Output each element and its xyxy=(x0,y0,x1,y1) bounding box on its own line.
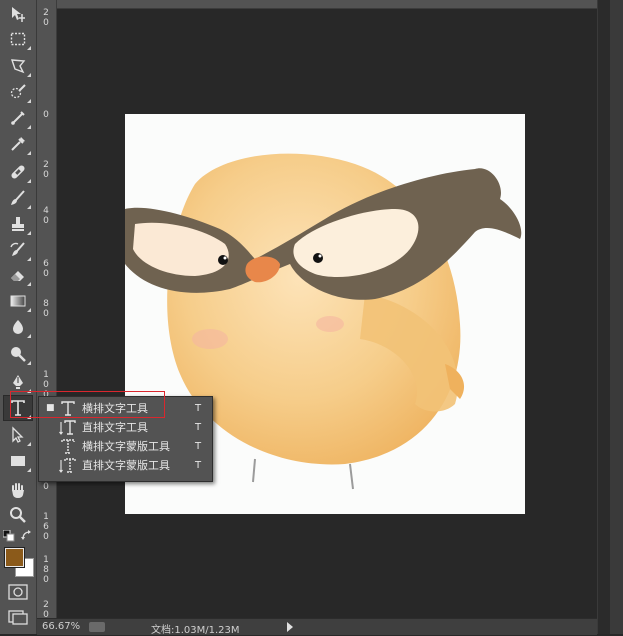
brush-icon xyxy=(11,190,25,205)
brush-tool[interactable] xyxy=(4,186,32,210)
ruler-digit: 8 xyxy=(43,565,49,575)
healing-tool[interactable] xyxy=(4,160,32,184)
pen-icon xyxy=(13,375,23,389)
eraser-icon xyxy=(11,271,24,281)
flyout-item[interactable]: 直排文字工具 T xyxy=(39,418,212,437)
ruler-digit: 2 xyxy=(43,160,49,170)
ruler-digit: 0 xyxy=(43,380,49,390)
eyedropper-icon xyxy=(11,137,25,151)
vertical-ruler: 20020406080100120140160180200 xyxy=(37,0,57,630)
ruler-digit: 0 xyxy=(43,110,49,120)
move-icon xyxy=(12,7,25,22)
rectangle-icon xyxy=(11,456,25,466)
lasso-tool[interactable] xyxy=(4,54,32,78)
ruler-digit: 1 xyxy=(43,512,49,522)
ruler-digit: 1 xyxy=(43,555,49,565)
crop-tool[interactable] xyxy=(4,106,32,130)
flyout-item[interactable]: 直排文字蒙版工具 T xyxy=(39,456,212,475)
tools-panel xyxy=(0,0,37,634)
gradient-tool[interactable] xyxy=(4,289,32,313)
quick-select-tool[interactable] xyxy=(4,80,32,104)
status-bar: 66.67% 文档:1.03M/1.23M xyxy=(37,618,597,636)
crop-icon xyxy=(11,111,25,125)
bandage-icon xyxy=(11,165,25,179)
quick-mask-icon[interactable] xyxy=(8,584,28,600)
flyout-item-shortcut: T xyxy=(195,460,202,471)
vertical-type-mask-icon xyxy=(59,458,76,473)
quick-select-icon xyxy=(10,84,26,99)
eyedropper-tool[interactable] xyxy=(4,132,32,156)
ruler-digit: 0 xyxy=(43,216,49,226)
shape-tool[interactable] xyxy=(4,449,32,473)
marquee-tool[interactable] xyxy=(4,27,32,51)
ruler-digit: 6 xyxy=(43,522,49,532)
horizontal-ruler xyxy=(57,0,597,9)
flyout-item-label: 直排文字蒙版工具 xyxy=(82,459,170,472)
horizontal-type-mask-icon xyxy=(61,439,75,454)
ruler-digit: 0 xyxy=(43,170,49,180)
selection-highlight xyxy=(10,391,165,418)
ruler-digit: 0 xyxy=(43,309,49,319)
swap-colors-icon[interactable] xyxy=(21,530,33,542)
hand-icon xyxy=(12,483,24,498)
flyout-item-shortcut: T xyxy=(195,422,202,433)
lasso-icon xyxy=(11,59,26,74)
zoom-tool[interactable] xyxy=(4,503,32,527)
flyout-item[interactable]: 横排文字蒙版工具 T xyxy=(39,437,212,456)
ruler-digit: 6 xyxy=(43,259,49,269)
flyout-item-label: 横排文字蒙版工具 xyxy=(82,440,170,453)
flyout-item-label: 直排文字工具 xyxy=(82,421,148,434)
move-tool[interactable] xyxy=(4,2,32,26)
ruler-digit: 2 xyxy=(43,600,49,610)
dodge-tool[interactable] xyxy=(4,342,32,366)
flyout-item-shortcut: T xyxy=(195,441,202,452)
panel-dock xyxy=(597,0,623,634)
blur-tool[interactable] xyxy=(4,315,32,339)
gradient-icon xyxy=(10,295,26,307)
vertical-type-icon xyxy=(59,420,76,435)
default-colors-icon[interactable] xyxy=(3,530,15,542)
foreground-color-swatch[interactable] xyxy=(4,547,25,568)
ruler-digit: 0 xyxy=(43,575,49,585)
ruler-digit: 4 xyxy=(43,206,49,216)
flyout-item-shortcut: T xyxy=(195,403,202,414)
ruler-digit: 0 xyxy=(43,269,49,279)
ruler-digit: 0 xyxy=(43,18,49,28)
eraser-tool[interactable] xyxy=(4,263,32,287)
path-select-tool[interactable] xyxy=(4,423,32,447)
blur-icon xyxy=(13,320,23,334)
screen-mode-icon[interactable] xyxy=(8,609,28,625)
path-select-icon xyxy=(12,426,24,443)
ruler-digit: 0 xyxy=(43,532,49,542)
zoom-icon xyxy=(10,507,26,523)
status-info-icon xyxy=(89,622,105,632)
stamp-tool[interactable] xyxy=(4,212,32,236)
history-brush-icon xyxy=(10,242,25,256)
status-menu-arrow-icon[interactable] xyxy=(287,622,293,632)
ruler-digit: 2 xyxy=(43,8,49,18)
zoom-level[interactable]: 66.67% xyxy=(42,621,80,632)
ruler-digit: 0 xyxy=(43,482,49,492)
ruler-digit: 8 xyxy=(43,299,49,309)
hand-tool[interactable] xyxy=(4,478,32,502)
rect-marquee-icon xyxy=(10,32,26,46)
history-brush-tool[interactable] xyxy=(4,238,32,262)
ruler-digit: 1 xyxy=(43,370,49,380)
dodge-icon xyxy=(11,347,26,362)
stamp-icon xyxy=(12,217,24,231)
